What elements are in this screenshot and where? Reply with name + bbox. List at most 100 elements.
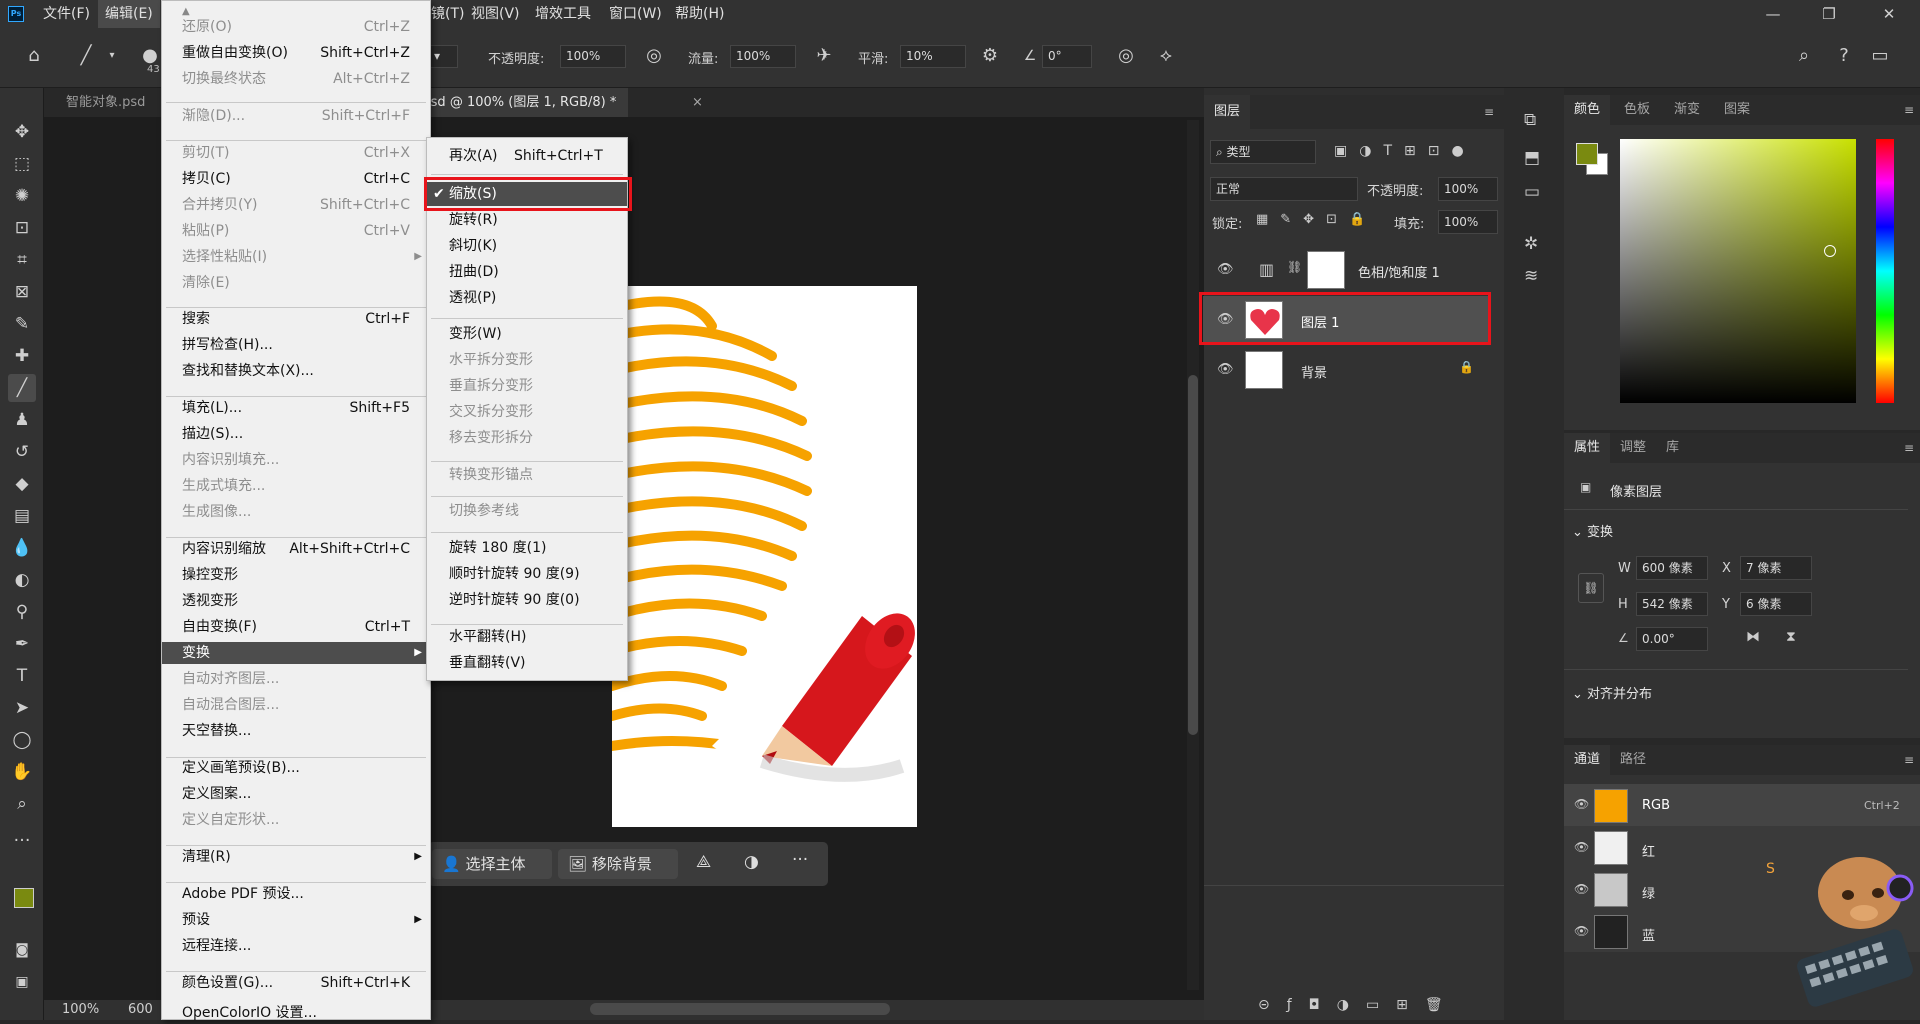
edit-menu-item[interactable]: 天空替换... (162, 720, 430, 742)
blur-tool-icon[interactable]: 💧 (8, 534, 36, 562)
edit-menu-item[interactable]: 变换 ▶ (162, 642, 430, 664)
edit-menu-item[interactable]: 查找和替换文本(X)... (162, 360, 430, 382)
eyedropper-tool-icon[interactable]: ✎ (8, 310, 36, 338)
brush-settings-icon[interactable]: ✲ (1524, 234, 1538, 254)
menu-file[interactable]: 文件(F) (36, 0, 97, 28)
zoom-tool-icon[interactable]: ⌕ (8, 790, 36, 818)
transform-submenu-item[interactable]: 再次(A) Shift+Ctrl+T (427, 144, 627, 168)
menu-view[interactable]: 视图(V) (464, 0, 527, 28)
edit-menu-item[interactable]: 预设 ▶ (162, 909, 430, 931)
tab-close-icon[interactable]: × (692, 95, 703, 110)
tab-libraries[interactable]: 库 (1656, 433, 1689, 463)
eye-icon[interactable]: 👁 (1574, 882, 1589, 896)
vertical-scroll-thumb[interactable] (1188, 375, 1198, 735)
eye-icon[interactable]: 👁 (1217, 362, 1234, 378)
chevron-down-icon[interactable]: ▾ (98, 42, 126, 70)
tab-smart-object[interactable]: 智能对象.psd (54, 88, 157, 117)
transform-submenu-item[interactable]: 旋转 180 度(1) (427, 536, 627, 560)
edit-menu-item[interactable]: 定义画笔预设(B)... (162, 757, 430, 779)
menu-plugins[interactable]: 增效工具 (528, 0, 598, 28)
transform-submenu-item[interactable]: 旋转(R) (427, 208, 627, 232)
tab-channels[interactable]: 通道 (1564, 745, 1611, 775)
link-icon[interactable]: ⛓ (1287, 260, 1302, 274)
more-icon[interactable]: ··· (792, 850, 808, 870)
eye-icon[interactable]: 👁 (1574, 840, 1589, 854)
object-select-tool-icon[interactable]: ⊡ (8, 214, 36, 242)
workspace-icon[interactable]: ▭ (1866, 42, 1894, 70)
tab-adjustments[interactable]: 调整 (1610, 433, 1656, 463)
edit-menu-item[interactable]: 操控变形 (162, 564, 430, 586)
edit-menu-item[interactable]: 颜色设置(G)... Shift+Ctrl+K (162, 972, 430, 994)
tab-properties[interactable]: 属性 (1564, 433, 1611, 463)
screen-mode-icon[interactable]: ▣ (8, 968, 36, 996)
eye-icon[interactable]: 👁 (1574, 797, 1589, 811)
panel-menu-icon[interactable]: ≡ (1904, 441, 1914, 455)
gear-icon[interactable]: ⚙ (976, 42, 1004, 70)
edit-menu-item[interactable]: 内容识别缩放 Alt+Shift+Ctrl+C (162, 538, 430, 560)
flip-vertical-icon[interactable]: ⧗ (1786, 629, 1796, 645)
transform-section[interactable]: ⌄ 变换 (1572, 521, 1613, 540)
adjust-icon[interactable]: ◑ (744, 852, 759, 872)
edit-menu-item[interactable]: 拼写检查(H)... (162, 334, 430, 356)
layer-opacity-field[interactable]: 100% (1438, 177, 1498, 201)
link-icon[interactable]: ⛓ (1578, 573, 1604, 603)
path-select-tool-icon[interactable]: ➤ (8, 694, 36, 722)
transform-submenu-item[interactable]: 顺时针旋转 90 度(9) (427, 562, 627, 586)
help-icon[interactable]: ? (1830, 42, 1858, 70)
transform-icon[interactable]: ⟁ (696, 852, 711, 872)
tab-active-document[interactable]: 1.psd @ 100% (图层 1, RGB/8) * (410, 88, 629, 117)
transform-submenu-item[interactable]: 水平翻转(H) (427, 625, 627, 649)
edit-menu-item[interactable]: Adobe PDF 预设... (162, 883, 430, 905)
edit-menu-item[interactable]: 远程连接... (162, 935, 430, 957)
tab-color[interactable]: 颜色 (1564, 95, 1611, 125)
menu-edit[interactable]: 编辑(E) (98, 0, 160, 28)
tab-swatches[interactable]: 色板 (1614, 95, 1660, 125)
zoom-level[interactable]: 100% (62, 1000, 99, 1020)
eraser-tool-icon[interactable]: ◆ (8, 470, 36, 498)
brush-preset-icon[interactable]: ╱ (72, 42, 100, 70)
layer-footer-icons[interactable]: ⊝ƒ◘◑▭⊞🗑 (1258, 997, 1460, 1013)
layer-row-background[interactable]: 👁 背景 🔒 (1203, 346, 1489, 394)
type-tool-icon[interactable]: T (8, 662, 36, 690)
burn-tool-icon[interactable]: ⚲ (8, 598, 36, 626)
dodge-tool-icon[interactable]: ◐ (8, 566, 36, 594)
hand-tool-icon[interactable]: ✋ (8, 758, 36, 786)
foreground-color-swatch[interactable] (14, 888, 34, 908)
tab-layers[interactable]: 图层 (1204, 95, 1251, 129)
eye-icon[interactable]: 👁 (1217, 262, 1234, 278)
restore-icon[interactable]: ❐ (1806, 0, 1852, 28)
move-tool-icon[interactable]: ✥ (8, 118, 36, 146)
hue-slider[interactable] (1876, 139, 1894, 403)
mode-dropdown[interactable]: ▾ (428, 45, 458, 68)
edit-menu-item[interactable]: 拷贝(C) Ctrl+C (162, 168, 430, 190)
eye-icon[interactable]: 👁 (1574, 924, 1589, 938)
gradient-tool-icon[interactable]: ▤ (8, 502, 36, 530)
brush-tool-icon[interactable]: ╱ (8, 374, 36, 402)
crop-tool-icon[interactable]: ⌗ (8, 246, 36, 274)
remove-background-button[interactable]: 🖼 移除背景 (558, 849, 678, 879)
lock-icons[interactable]: ▦✎✥⊡🔒 (1256, 212, 1377, 227)
history-icon[interactable]: ⧉ (1524, 110, 1536, 130)
canvas[interactable] (612, 286, 917, 827)
transform-submenu-item[interactable]: 扭曲(D) (427, 260, 627, 284)
edit-menu-item[interactable]: 清理(R) ▶ (162, 846, 430, 868)
smoothing-field[interactable]: 10% (900, 45, 966, 68)
align-section[interactable]: ⌄ 对齐并分布 (1572, 683, 1652, 702)
opacity-field[interactable]: 100% (560, 45, 626, 68)
airbrush-icon[interactable]: ✈ (810, 42, 838, 70)
panel-menu-icon[interactable]: ≡ (1904, 753, 1914, 767)
plugin-icon[interactable]: ⬒ (1524, 148, 1540, 168)
stamp-tool-icon[interactable]: ♟ (8, 406, 36, 434)
tab-patterns[interactable]: 图案 (1714, 95, 1760, 125)
flow-field[interactable]: 100% (730, 45, 796, 68)
angle-field[interactable]: 0° (1042, 45, 1092, 68)
pressure-size-icon[interactable]: ◎ (1112, 42, 1140, 70)
transform-submenu-item[interactable]: 逆时针旋转 90 度(0) (427, 588, 627, 612)
tab-paths[interactable]: 路径 (1610, 745, 1656, 775)
flip-horizontal-icon[interactable]: ⧓ (1746, 629, 1760, 645)
height-field[interactable]: 542 像素 (1636, 592, 1708, 616)
edit-menu-item[interactable]: OpenColorIO 设置... (162, 1002, 430, 1024)
edit-menu-item[interactable]: 搜索 Ctrl+F (162, 308, 430, 330)
transform-submenu-item[interactable]: 斜切(K) (427, 234, 627, 258)
layer-name[interactable]: 背景 (1301, 362, 1327, 381)
